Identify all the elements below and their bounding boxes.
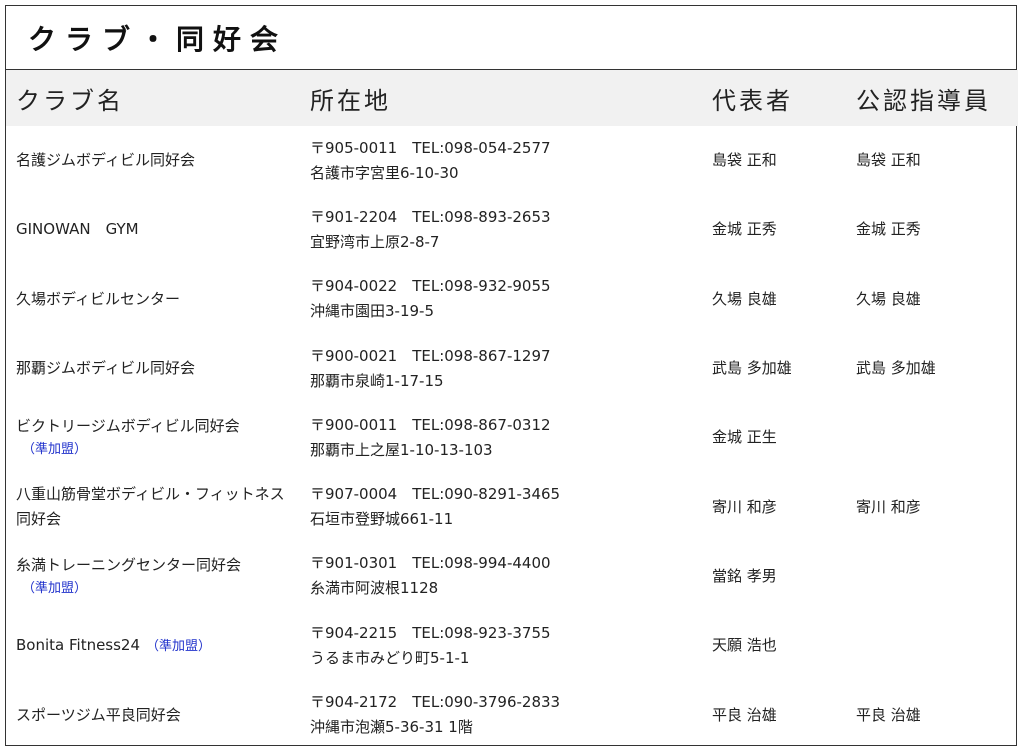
postal-phone: 〒901-2204 TEL:098-893-2653: [310, 207, 551, 226]
table-row: Bonita Fitness24 （準加盟） 〒904-2215 TEL:098-9…: [6, 611, 1018, 680]
header-address: 所在地: [310, 86, 391, 115]
postal-phone: 〒900-0021 TEL:098-867-1297: [310, 346, 551, 365]
representative: 久場 良雄: [712, 289, 777, 308]
table-header-row: クラブ名 所在地 代表者 公認指導員: [6, 70, 1018, 126]
representative: 島袋 正和: [712, 151, 777, 170]
club-name-cell: ビクトリージムボディビル同好会 （準加盟）: [6, 403, 298, 472]
club-name: 糸満トレーニングセンター同好会: [16, 555, 242, 574]
club-name: Bonita Fitness24: [16, 635, 141, 654]
certified-instructor: 久場 良雄: [856, 289, 921, 308]
club-name-cell: 久場ボディビルセンター: [6, 265, 298, 334]
postal-phone: 〒904-2215 TEL:098-923-3755: [310, 623, 551, 642]
certified-instructor: [846, 542, 1018, 611]
club-list-panel: クラブ・同好会 クラブ名 所在地 代表者 公認指導員 名護ジムボディビル同好会〒…: [5, 5, 1018, 746]
club-name-cell: GINOWAN GYM: [6, 195, 298, 264]
street-address: 沖縄市園田3-19-5: [310, 302, 434, 321]
header-certified-instructor: 公認指導員: [856, 86, 991, 115]
address-cell: 〒901-0301 TEL:098-994-4400 糸満市阿波根1128: [298, 542, 702, 611]
club-name: ビクトリージムボディビル同好会: [16, 417, 240, 436]
table-row: 那覇ジムボディビル同好会 〒900-0021 TEL:098-867-1297 那覇…: [6, 334, 1018, 403]
postal-phone: 〒900-0011 TEL:098-867-0312: [310, 415, 551, 434]
certified-instructor: [846, 611, 1018, 680]
postal-phone: 〒901-0301 TEL:098-994-4400: [310, 554, 551, 573]
club-name-cell: 名護ジムボディビル同好会: [6, 126, 298, 195]
street-address: 石垣市登野城661-11: [310, 510, 454, 529]
representative: 天願 浩也: [712, 636, 777, 655]
title-bar: クラブ・同好会: [6, 6, 1016, 70]
representative: 寄川 和彦: [712, 497, 777, 516]
certified-instructor: 島袋 正和: [856, 151, 921, 170]
club-table: クラブ名 所在地 代表者 公認指導員 名護ジムボディビル同好会 〒905-0011…: [6, 70, 1018, 750]
street-address: 沖縄市泡瀬5-36-31 1階: [310, 718, 473, 737]
postal-phone: 〒905-0011 TEL:098-054-2577: [310, 138, 551, 157]
associate-member-label: （準加盟）: [22, 442, 88, 458]
club-name-cell: スポーツジム平良同好会: [6, 680, 298, 749]
club-name: 名護ジムボディビル同好会: [16, 151, 195, 170]
street-address: 那覇市泉崎1-17-15: [310, 371, 444, 390]
club-name: GINOWAN GYM: [16, 220, 139, 239]
associate-member-label: （準加盟）: [22, 580, 88, 596]
postal-phone: 〒907-0004 TEL:090-8291-3465: [310, 485, 561, 504]
table-row: GINOWAN GYM 〒901-2204 TEL:098-893-2653 宜野湾…: [6, 195, 1018, 264]
certified-instructor: 平良 治雄: [856, 705, 921, 724]
table-row: 名護ジムボディビル同好会 〒905-0011 TEL:098-054-2577 名護…: [6, 126, 1018, 195]
address-cell: 〒905-0011 TEL:098-054-2577 名護市字宮里6-10-30: [298, 126, 702, 195]
representative: 金城 正秀: [712, 220, 777, 239]
representative: 平良 治雄: [712, 705, 777, 724]
table-row: 八重山筋骨堂ボディビル・フィットネス同好会 〒907-0004 TEL:090-8…: [6, 472, 1018, 541]
address-cell: 〒904-2215 TEL:098-923-3755 うるま市みどり町5-1-1: [298, 611, 702, 680]
address-cell: 〒900-0021 TEL:098-867-1297 那覇市泉崎1-17-15: [298, 334, 702, 403]
representative: 當銘 孝男: [712, 566, 777, 585]
address-cell: 〒907-0004 TEL:090-8291-3465 石垣市登野城661-11: [298, 472, 702, 541]
club-name-cell: 八重山筋骨堂ボディビル・フィットネス同好会: [6, 472, 298, 541]
club-name-cell: Bonita Fitness24 （準加盟）: [6, 611, 298, 680]
club-name: 八重山筋骨堂ボディビル・フィットネス同好会: [16, 485, 285, 529]
page-title: クラブ・同好会: [28, 22, 288, 56]
street-address: 宜野湾市上原2-8-7: [310, 232, 440, 251]
club-name-cell: 糸満トレーニングセンター同好会 （準加盟）: [6, 542, 298, 611]
certified-instructor: 寄川 和彦: [856, 497, 921, 516]
certified-instructor: 金城 正秀: [856, 220, 921, 239]
table-row: スポーツジム平良同好会 〒904-2172 TEL:090-3796-2833 沖縄…: [6, 680, 1018, 749]
representative: 金城 正生: [712, 428, 777, 447]
address-cell: 〒904-2172 TEL:090-3796-2833 沖縄市泡瀬5-36-31 …: [298, 680, 702, 749]
street-address: 名護市字宮里6-10-30: [310, 163, 459, 182]
club-name-cell: 那覇ジムボディビル同好会: [6, 334, 298, 403]
certified-instructor: 武島 多加雄: [856, 359, 936, 378]
street-address: 糸満市阿波根1128: [310, 579, 439, 598]
table-row: ビクトリージムボディビル同好会 （準加盟） 〒900-0011 TEL:098-86…: [6, 403, 1018, 472]
postal-phone: 〒904-0022 TEL:098-932-9055: [310, 277, 551, 296]
header-representative: 代表者: [712, 86, 793, 115]
representative: 武島 多加雄: [712, 359, 792, 378]
club-name: スポーツジム平良同好会: [16, 705, 181, 724]
associate-member-label: （準加盟）: [146, 638, 212, 654]
club-name: 久場ボディビルセンター: [16, 289, 180, 308]
address-cell: 〒901-2204 TEL:098-893-2653 宜野湾市上原2-8-7: [298, 195, 702, 264]
header-club-name: クラブ名: [16, 86, 124, 115]
table-body: 名護ジムボディビル同好会 〒905-0011 TEL:098-054-2577 名護…: [6, 126, 1018, 750]
street-address: うるま市みどり町5-1-1: [310, 648, 470, 667]
postal-phone: 〒904-2172 TEL:090-3796-2833: [310, 693, 561, 712]
table-row: 糸満トレーニングセンター同好会 （準加盟） 〒901-0301 TEL:098-99…: [6, 542, 1018, 611]
club-name: 那覇ジムボディビル同好会: [16, 359, 195, 378]
table-row: 久場ボディビルセンター 〒904-0022 TEL:098-932-9055 沖縄市…: [6, 265, 1018, 334]
address-cell: 〒900-0011 TEL:098-867-0312 那覇市上之屋1-10-13-…: [298, 403, 702, 472]
street-address: 那覇市上之屋1-10-13-103: [310, 440, 493, 459]
address-cell: 〒904-0022 TEL:098-932-9055 沖縄市園田3-19-5: [298, 265, 702, 334]
certified-instructor: [846, 403, 1018, 472]
